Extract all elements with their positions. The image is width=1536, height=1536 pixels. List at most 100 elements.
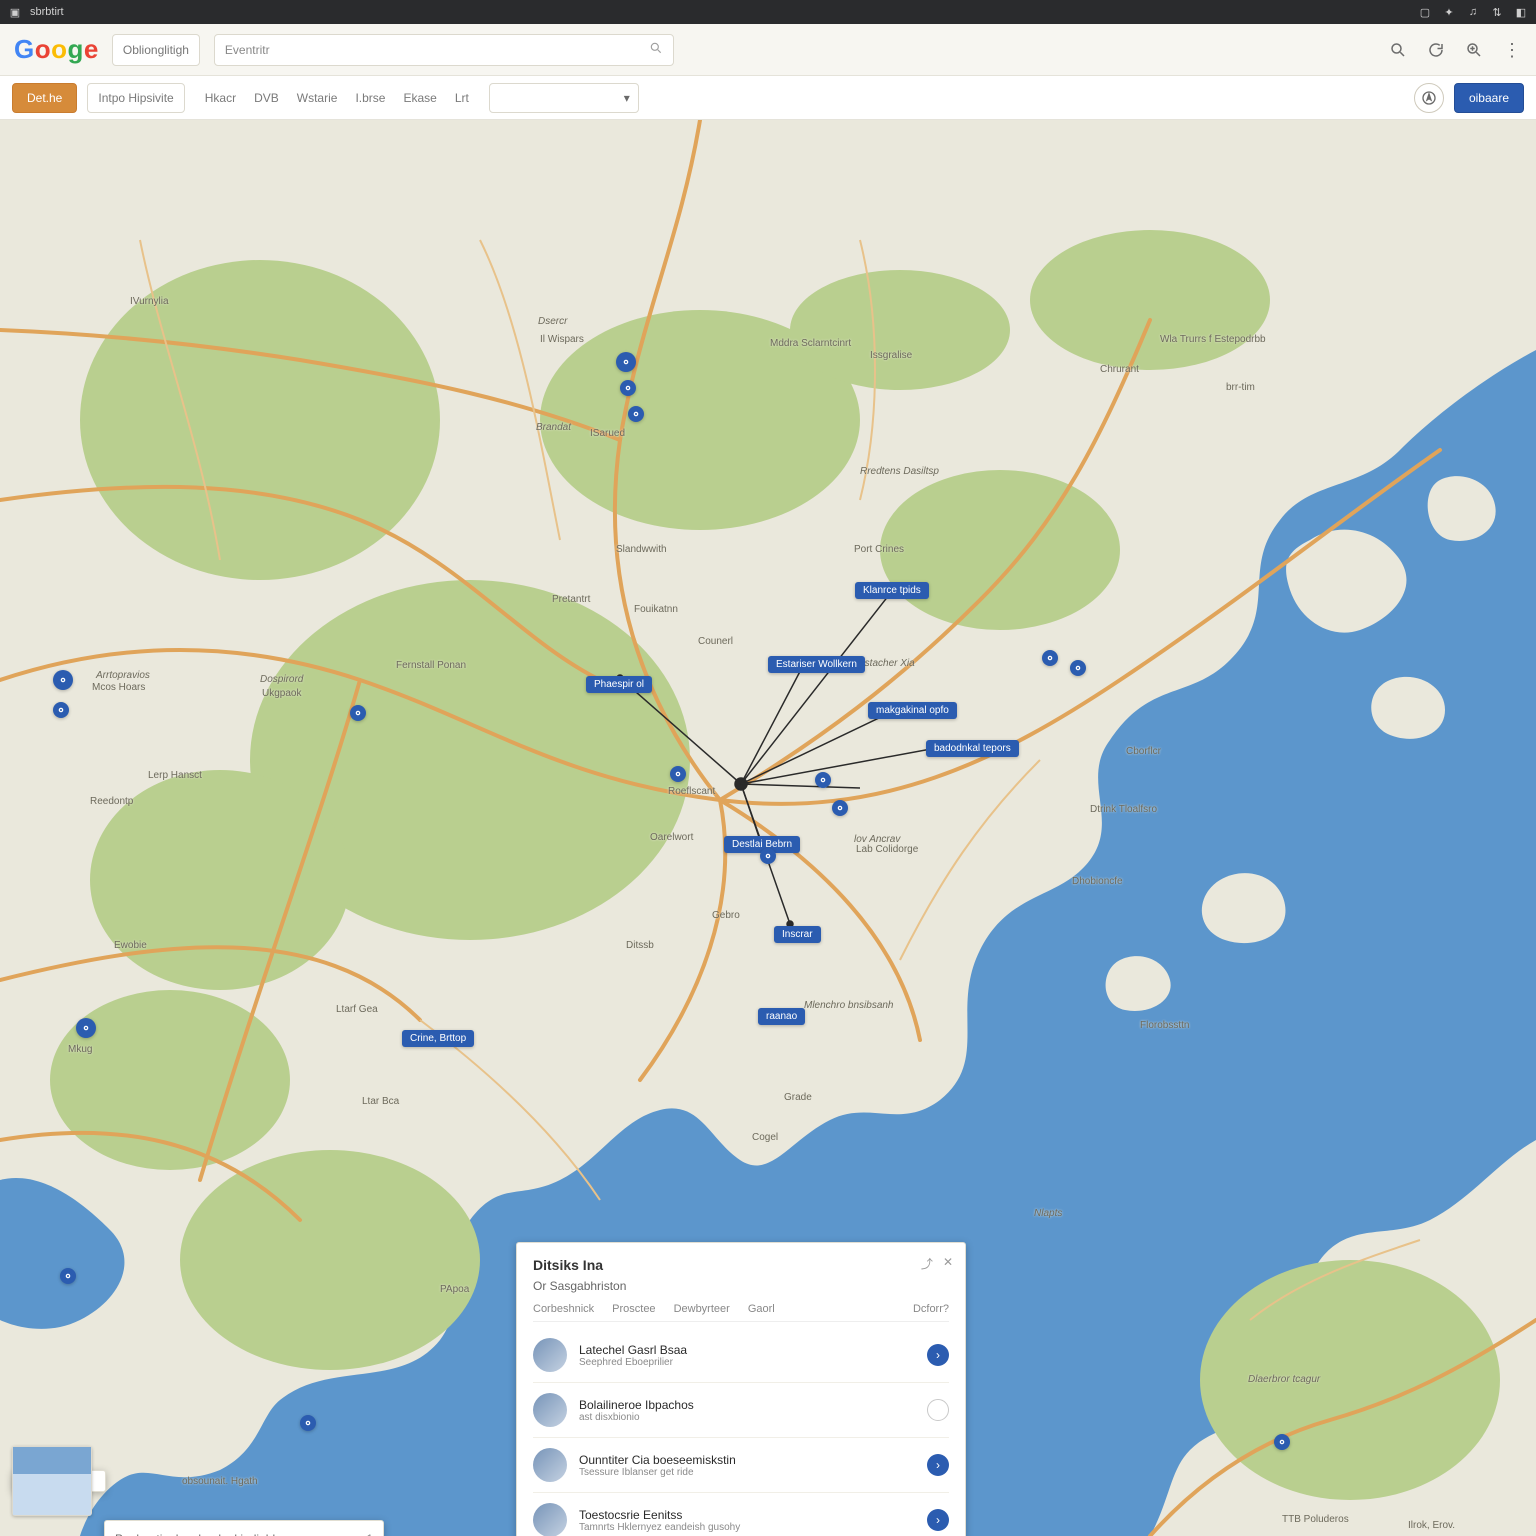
filter-item[interactable]: DVB xyxy=(254,91,279,105)
map-pin[interactable] xyxy=(620,380,636,396)
results-list: Latechel Gasrl BsaaSeephred Eboeprilier›… xyxy=(533,1328,949,1536)
search-input[interactable]: Eventritr xyxy=(214,34,674,66)
search-icon[interactable] xyxy=(649,41,663,58)
select-icon[interactable]: › xyxy=(927,1454,949,1476)
os-titlebar: ▣ sbrbtirt ▢ ✦ ♫ ⇅ ◧ xyxy=(0,0,1536,24)
place-label: Ltar Bca xyxy=(362,1096,399,1107)
compass-icon[interactable] xyxy=(1414,83,1444,113)
sort-dropdown[interactable]: ▾ xyxy=(489,83,639,113)
primary-filter-button[interactable]: Det.he xyxy=(12,83,77,113)
tray-icon[interactable]: ✦ xyxy=(1442,5,1456,19)
tab-item[interactable]: Dewbyrteer xyxy=(674,1303,730,1315)
place-label: Slandwwith xyxy=(616,544,667,555)
map-pill[interactable]: Estariser Wollkern xyxy=(768,656,865,673)
filter-toolbar: Det.he Intpo Hipsivite Hkacr DVB Wstarie… xyxy=(0,76,1536,120)
tray-icon[interactable]: ▢ xyxy=(1418,5,1432,19)
place-label: Lab Colidorge xyxy=(856,844,918,855)
select-icon[interactable]: › xyxy=(927,1509,949,1531)
map-pin[interactable] xyxy=(628,406,644,422)
select-icon[interactable]: › xyxy=(927,1344,949,1366)
place-label: Dhobioncfe xyxy=(1072,876,1123,887)
share-icon[interactable]: ⤴ xyxy=(921,1255,933,1272)
place-label: Port Crines xyxy=(854,544,904,555)
results-subtitle: Or Sasgabhriston xyxy=(533,1279,949,1293)
status-text: Penbentipolors bouh ckigdiold xyxy=(115,1532,275,1536)
place-label: Lerp Hansct xyxy=(148,770,202,781)
place-label: Brandat xyxy=(536,422,571,433)
map-pin[interactable] xyxy=(670,766,686,782)
place-label: TTB Poluderos xyxy=(1282,1514,1349,1525)
map-pin[interactable] xyxy=(60,1268,76,1284)
filter-item[interactable]: Hkacr xyxy=(205,91,236,105)
map-pill[interactable]: raanao xyxy=(758,1008,805,1025)
result-thumb xyxy=(533,1503,567,1536)
tray-icon[interactable]: ⇅ xyxy=(1490,5,1504,19)
location-chip[interactable]: Oblionglitigh xyxy=(112,34,200,66)
place-label: Cogel xyxy=(752,1132,778,1143)
place-label: Dlaerbror tcagur xyxy=(1248,1374,1320,1385)
map-pin[interactable] xyxy=(53,702,69,718)
more-icon[interactable]: ⋮ xyxy=(1502,40,1522,60)
map-pin[interactable] xyxy=(1274,1434,1290,1450)
map-pin[interactable] xyxy=(832,800,848,816)
refresh-icon[interactable] xyxy=(1426,40,1446,60)
results-panel[interactable]: ⤴ ✕ Ditsiks Ina Or Sasgabhriston Corbesh… xyxy=(516,1242,966,1536)
result-row[interactable]: Ounntiter Cia boeseemiskstinTsessure Ibl… xyxy=(533,1438,949,1493)
filter-item[interactable]: Ekase xyxy=(403,91,436,105)
header-actions: ⋮ xyxy=(1388,40,1522,60)
map-pill[interactable]: Inscrar xyxy=(774,926,821,943)
filter-item[interactable]: Wstarie xyxy=(297,91,338,105)
map-pin[interactable] xyxy=(76,1018,96,1038)
tab-item[interactable]: Gaorl xyxy=(748,1303,775,1315)
results-title: Ditsiks Ina xyxy=(533,1257,949,1273)
radio-icon[interactable] xyxy=(927,1399,949,1421)
map-pin[interactable] xyxy=(53,670,73,690)
map-pin[interactable] xyxy=(616,352,636,372)
map-pill[interactable]: Phaespir ol xyxy=(586,676,652,693)
place-label: obsounait. Hgath xyxy=(182,1476,258,1487)
map-pill[interactable]: makgakinal opfo xyxy=(868,702,957,719)
map-pin[interactable] xyxy=(1070,660,1086,676)
tab-item[interactable]: Corbeshnick xyxy=(533,1303,594,1315)
close-icon[interactable]: ✕ xyxy=(943,1255,953,1272)
result-title: Toestocsrie Eenitss xyxy=(579,1508,740,1522)
minimap[interactable] xyxy=(12,1446,92,1516)
map-pill[interactable]: Crine, Brttop xyxy=(402,1030,474,1047)
app-logo[interactable]: G o o g e xyxy=(14,34,98,65)
zoom-icon[interactable] xyxy=(1464,40,1484,60)
place-label: Nlapts xyxy=(1034,1208,1062,1219)
map-pill[interactable]: badodnkal tepors xyxy=(926,740,1019,757)
status-bar-a: Penbentipolors bouh ckigdiold 1 xyxy=(104,1520,384,1536)
filter-item[interactable]: Lrt xyxy=(455,91,469,105)
map-pin[interactable] xyxy=(1042,650,1058,666)
map-pin[interactable] xyxy=(760,848,776,864)
place-label: Ilrok, Erov. xyxy=(1408,1520,1455,1531)
map-pin[interactable] xyxy=(350,705,366,721)
tray-icon[interactable]: ◧ xyxy=(1514,5,1528,19)
map-canvas[interactable]: IVurnyliaDsercrIl WisparsISaruedMddra Sc… xyxy=(0,120,1536,1536)
place-label: Ltarf Gea xyxy=(336,1004,378,1015)
search-icon[interactable] xyxy=(1388,40,1408,60)
app-window: ▣ sbrbtirt ▢ ✦ ♫ ⇅ ◧ G o o g e Obliongli… xyxy=(0,0,1536,1536)
os-tray: ▢ ✦ ♫ ⇅ ◧ xyxy=(1418,5,1528,19)
filter-item[interactable]: I.brse xyxy=(355,91,385,105)
place-label: Cborflcr xyxy=(1126,746,1161,757)
secondary-filter-button[interactable]: Intpo Hipsivite xyxy=(87,83,184,113)
os-title: sbrbtirt xyxy=(30,6,64,18)
tab-item[interactable]: Prosctee xyxy=(612,1303,655,1315)
map-pin[interactable] xyxy=(815,772,831,788)
place-label: Issgralise xyxy=(870,350,912,361)
place-label: Pretantrt xyxy=(552,594,590,605)
place-label: Fernstall Ponan xyxy=(396,660,466,671)
result-row[interactable]: Toestocsrie EenitssTamnrts Hklernyez ean… xyxy=(533,1493,949,1536)
tab-item[interactable]: Dcforr? xyxy=(913,1303,949,1315)
result-subtitle: Tsessure Iblanser get ride xyxy=(579,1467,736,1478)
tray-icon[interactable]: ♫ xyxy=(1466,5,1480,19)
action-button[interactable]: oibaare xyxy=(1454,83,1524,113)
map-pin[interactable] xyxy=(300,1415,316,1431)
place-label: Wla Trurrs f Estepodrbb xyxy=(1160,334,1266,345)
result-row[interactable]: Bolailineroe Ibpachosast disxbionio xyxy=(533,1383,949,1438)
map-pill[interactable]: Klanrce tpids xyxy=(855,582,929,599)
result-row[interactable]: Latechel Gasrl BsaaSeephred Eboeprilier› xyxy=(533,1328,949,1383)
results-tabs: Corbeshnick Prosctee Dewbyrteer Gaorl Dc… xyxy=(533,1303,949,1322)
